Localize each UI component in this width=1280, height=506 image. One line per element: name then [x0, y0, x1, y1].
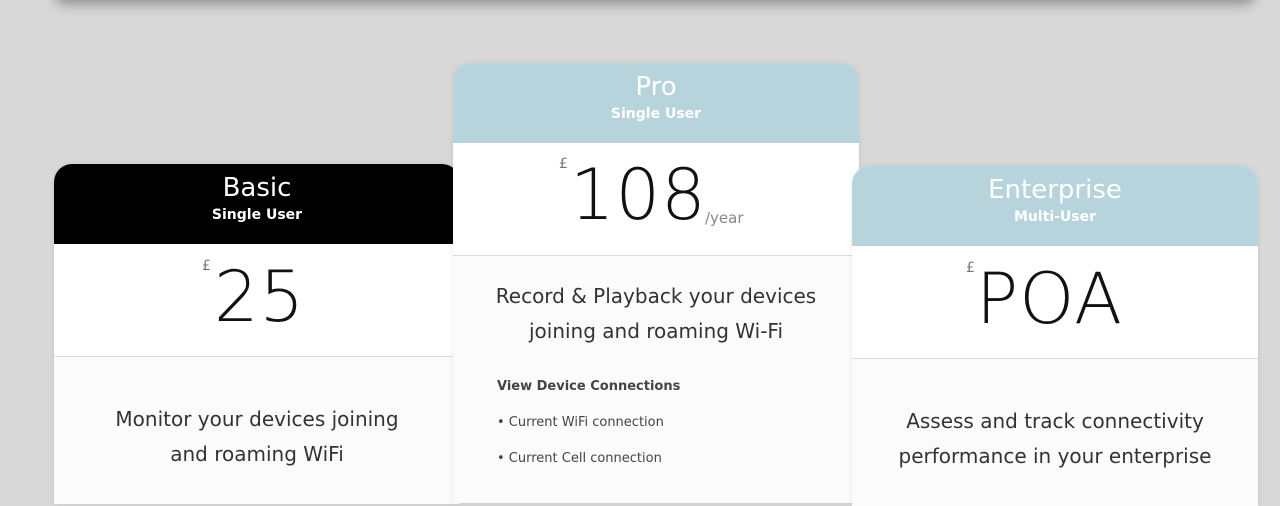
description-line: and roaming WiFi: [170, 442, 344, 466]
pricing-card-pro: Pro Single User £ 108 /year Record & Pla…: [453, 63, 859, 503]
currency-symbol: £: [202, 258, 211, 274]
plan-subtitle: Single User: [211, 207, 303, 223]
plan-name: Enterprise: [988, 175, 1122, 205]
pricing-card-basic: Basic Single User £ 25 Monitor your devi…: [54, 164, 460, 504]
plan-subtitle: Multi-User: [1013, 209, 1097, 225]
plan-description: Assess and track connectivity performanc…: [852, 404, 1258, 474]
feature-item: • Current WiFi connection: [497, 415, 664, 430]
currency-symbol: £: [966, 260, 975, 276]
price-box: £ 25: [54, 244, 460, 357]
plan-name: Pro: [635, 72, 677, 102]
price-amount: POA: [976, 258, 1123, 340]
price-amount: 108: [570, 154, 707, 236]
price-period: /year: [705, 209, 744, 227]
price-box: £ 108 /year: [453, 143, 859, 256]
card-header-basic: Basic Single User: [54, 164, 460, 244]
plan-description: Record & Playback your devices joining a…: [453, 279, 859, 349]
price-amount: 25: [214, 256, 306, 338]
card-header-enterprise: Enterprise Multi-User: [852, 166, 1258, 246]
description-line: joining and roaming Wi-Fi: [528, 319, 784, 343]
plan-name: Basic: [222, 173, 292, 203]
description-line: Assess and track connectivity: [906, 409, 1204, 433]
pricing-card-enterprise: Enterprise Multi-User £ POA Assess and t…: [852, 166, 1258, 506]
card-header-pro: Pro Single User: [453, 63, 859, 143]
description-line: performance in your enterprise: [898, 444, 1212, 468]
plan-subtitle: Single User: [610, 106, 702, 122]
description-line: Record & Playback your devices: [495, 284, 817, 308]
plan-description: Monitor your devices joining and roaming…: [54, 402, 460, 472]
feature-heading: View Device Connections: [497, 379, 681, 394]
price-box: £ POA: [852, 246, 1258, 359]
description-line: Monitor your devices joining: [115, 407, 399, 431]
currency-symbol: £: [559, 156, 568, 172]
feature-item: • Current Cell connection: [497, 451, 662, 466]
